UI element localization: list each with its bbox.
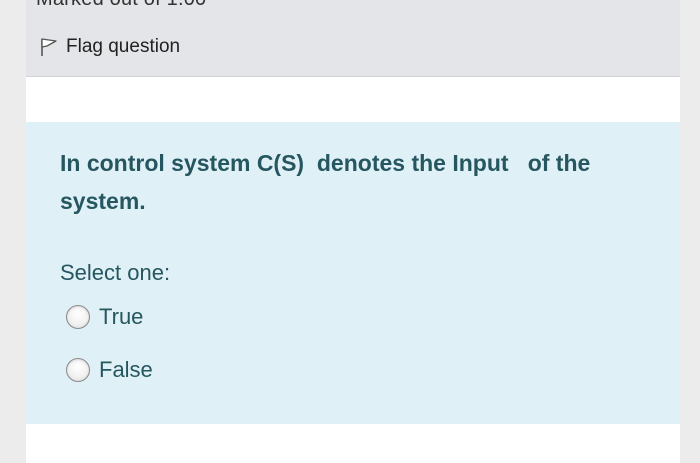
select-one-label: Select one: — [60, 260, 171, 285]
flag-icon — [40, 37, 58, 57]
question-card: Marked out of 1.00 Flag question In cont… — [26, 0, 680, 463]
question-text: In control system C(S) denotes the Input… — [60, 150, 597, 214]
question-content-panel: In control system C(S) denotes the Input… — [26, 122, 680, 424]
radio-button-true[interactable] — [66, 305, 90, 329]
flag-question-link[interactable]: Flag question — [40, 34, 180, 60]
answer-option-false[interactable]: False — [66, 355, 153, 385]
answer-option-true[interactable]: True — [66, 302, 143, 332]
answer-label-true: True — [99, 304, 144, 329]
answer-label-false: False — [99, 357, 153, 382]
flag-question-label: Flag question — [66, 36, 181, 57]
marked-out-of-text: Marked out of 1.00 — [36, 0, 206, 11]
radio-button-false[interactable] — [66, 358, 90, 382]
question-info-panel: Marked out of 1.00 Flag question — [26, 0, 680, 77]
